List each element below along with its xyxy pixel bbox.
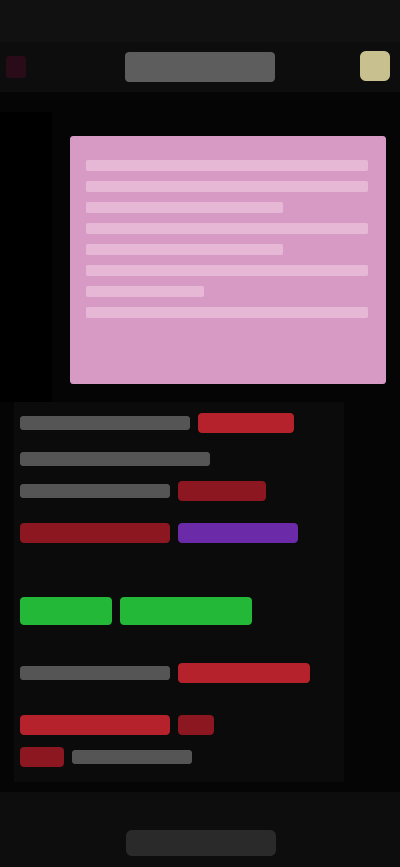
- chat-text-placeholder: [20, 452, 210, 466]
- pinned-note-line: [86, 286, 205, 297]
- chat-row: [20, 660, 310, 686]
- chat-highlight-red: [178, 715, 214, 735]
- chat-row: [20, 410, 294, 436]
- chat-row: [20, 712, 214, 738]
- pinned-note-line: [86, 265, 368, 276]
- pinned-note-line: [86, 223, 368, 234]
- chat-row: [20, 478, 266, 504]
- pinned-note-text-lines: [86, 150, 368, 328]
- chat-row: [20, 744, 192, 770]
- chat-highlight-red: [198, 413, 294, 433]
- chat-highlight-red: [178, 663, 310, 683]
- bottom-bar: [0, 792, 400, 867]
- avatar[interactable]: [360, 51, 390, 81]
- status-bar: [0, 0, 400, 42]
- chat-row: [20, 520, 298, 546]
- chat-highlight-green: [20, 597, 112, 625]
- chat-highlight-purple: [178, 523, 298, 543]
- page-title: [125, 52, 275, 82]
- pinned-note-line: [86, 202, 284, 213]
- pinned-note-line: [86, 160, 368, 171]
- pinned-note-line: [86, 244, 284, 255]
- chat-text-placeholder: [72, 750, 192, 764]
- top-bar: [0, 42, 400, 92]
- chat-text-placeholder: [20, 484, 170, 498]
- chat-highlight-green: [120, 597, 252, 625]
- sub-status: [0, 92, 400, 112]
- chat-text-placeholder: [20, 666, 170, 680]
- chat-text-placeholder: [20, 416, 190, 430]
- chat-log[interactable]: [14, 402, 344, 782]
- pinned-note-line: [86, 307, 368, 318]
- send-button[interactable]: [126, 830, 276, 856]
- pinned-note-card[interactable]: [70, 136, 386, 384]
- chat-highlight-red: [20, 747, 64, 767]
- chat-highlight-red: [20, 523, 170, 543]
- chat-highlight-red: [20, 715, 170, 735]
- chat-row: [20, 597, 252, 625]
- back-button[interactable]: [6, 56, 26, 78]
- chat-highlight-red: [178, 481, 266, 501]
- pinned-note-line: [86, 181, 368, 192]
- chat-row: [20, 446, 210, 472]
- left-rail: [0, 112, 52, 402]
